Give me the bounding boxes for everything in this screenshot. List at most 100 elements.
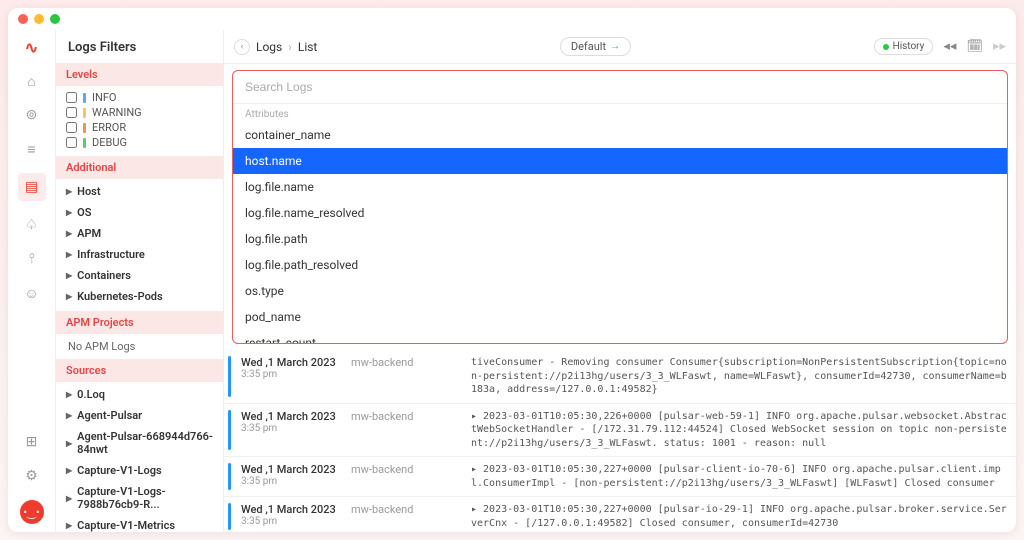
logs-icon[interactable]: ▤	[18, 173, 46, 201]
additional-item[interactable]: ▶OS	[64, 202, 215, 223]
avatar[interactable]: •‿•	[20, 500, 44, 524]
level-debug[interactable]: DEBUG	[66, 135, 213, 150]
brand-logo: ∿	[25, 38, 38, 57]
bot-icon[interactable]: ☺	[22, 283, 42, 303]
home-icon[interactable]: ⌂	[22, 71, 42, 91]
history-label: History	[893, 41, 925, 52]
bell-icon[interactable]: ♤	[22, 215, 42, 235]
tree-label: Capture-V1-Logs-7988b76cb9-R...	[77, 485, 213, 511]
apps-icon[interactable]: ⊞	[22, 432, 42, 452]
search-panel: Attributes container_namehost.namelog.fi…	[232, 70, 1008, 344]
log-row[interactable]: Wed ,1 March 20233:35 pmmw-backend▸ 2023…	[224, 456, 1016, 496]
app-window: ∿ ⌂ ⊚ ≡ ▤ ♤ ⫯ ☺ ⊞ ⚙ •‿• Logs Filters Lev…	[8, 8, 1016, 532]
window-minimize[interactable]	[34, 14, 44, 24]
tree-label: Agent-Pulsar-668944d766-84nwt	[77, 430, 213, 456]
tree-label: Capture-V1-Logs	[77, 464, 161, 477]
topbar: ‹ Logs › List Default → History ◂◂ 🗓 ▸▸	[224, 30, 1016, 64]
tree-label: 0.Loq	[77, 388, 105, 401]
tree-label: Containers	[77, 269, 131, 282]
apm-head: APM Projects	[56, 311, 223, 334]
additional-item[interactable]: ▶Containers	[64, 265, 215, 286]
level-bar-icon	[228, 463, 231, 490]
level-warning[interactable]: WARNING	[66, 105, 213, 120]
bc-list[interactable]: List	[298, 40, 318, 54]
list-icon[interactable]: ≡	[22, 139, 42, 159]
gear-icon[interactable]: ⚙	[22, 466, 42, 486]
additional-head: Additional	[56, 156, 223, 179]
source-item[interactable]: ▶0.Loq	[64, 384, 215, 405]
filters-title: Logs Filters	[56, 30, 223, 63]
attribute-option[interactable]: log.file.name_resolved	[233, 200, 1007, 226]
additional-item[interactable]: ▶Kubernetes-Pods	[64, 286, 215, 307]
caret-icon: ▶	[66, 292, 72, 301]
level-label: WARNING	[92, 106, 142, 119]
caret-icon: ▶	[66, 411, 72, 420]
source-item[interactable]: ▶ Capture-V1-Metrics	[64, 515, 215, 532]
source-item[interactable]: ▶Agent-Pulsar-668944d766-84nwt	[64, 426, 215, 460]
default-label: Default	[571, 40, 606, 53]
filters-panel: Logs Filters Levels INFOWARNINGERRORDEBU…	[56, 30, 224, 532]
chart-icon[interactable]: ⫯	[22, 249, 42, 269]
additional-item[interactable]: ▶Host	[64, 181, 215, 202]
caret-icon: ▶	[66, 466, 72, 475]
additional-item[interactable]: ▶APM	[64, 223, 215, 244]
log-time: Wed ,1 March 20233:35 pm	[241, 463, 341, 490]
forward-icon[interactable]: ▸▸	[993, 39, 1006, 54]
source-item[interactable]: ▶ Capture-V1-Logs	[64, 460, 215, 481]
level-bar-icon	[83, 108, 86, 118]
log-row[interactable]: Wed ,1 March 20233:35 pmmw-backendtiveCo…	[224, 350, 1016, 403]
bc-sep: ›	[288, 40, 292, 54]
level-label: DEBUG	[92, 136, 127, 149]
log-row[interactable]: Wed ,1 March 20233:35 pmmw-backend▸ 2023…	[224, 496, 1016, 532]
level-info[interactable]: INFO	[66, 90, 213, 105]
source-item[interactable]: ▶Capture-V1-Logs-7988b76cb9-R...	[64, 481, 215, 515]
log-message: tiveConsumer - Removing consumer Consume…	[471, 356, 1008, 397]
additional-item[interactable]: ▶Infrastructure	[64, 244, 215, 265]
window-close[interactable]	[18, 14, 28, 24]
attribute-option[interactable]: log.file.path_resolved	[233, 252, 1007, 278]
attribute-option[interactable]: container_name	[233, 122, 1007, 148]
caret-icon: ▶	[66, 250, 72, 259]
log-row[interactable]: Wed ,1 March 20233:35 pmmw-backend▸ 2023…	[224, 403, 1016, 457]
history-tag[interactable]: History	[874, 38, 934, 55]
level-checkbox[interactable]	[66, 107, 77, 118]
log-message: ▸ 2023-03-01T10:05:30,226+0000 [pulsar-w…	[471, 410, 1008, 451]
attribute-option[interactable]: restart_count	[233, 330, 1007, 343]
log-source: mw-backend	[351, 503, 461, 530]
source-item[interactable]: ▶ Agent-Pulsar	[64, 405, 215, 426]
caret-icon: ▶	[66, 521, 72, 530]
rewind-icon[interactable]: ◂◂	[943, 39, 956, 54]
tree-label: OS	[77, 206, 91, 219]
level-label: INFO	[92, 91, 117, 104]
calendar-icon[interactable]: 🗓	[966, 39, 983, 54]
level-checkbox[interactable]	[66, 122, 77, 133]
window-zoom[interactable]	[50, 14, 60, 24]
search-input[interactable]	[233, 71, 1007, 103]
attribute-option[interactable]: host.name	[233, 148, 1007, 174]
level-bar-icon	[228, 410, 231, 451]
tree-label: Capture-V1-Metrics	[77, 519, 175, 532]
level-label: ERROR	[92, 121, 126, 134]
tree-label: APM	[77, 227, 101, 240]
sources-tree: ▶0.Loq▶Agent-Pulsar▶Agent-Pulsar-668944d…	[56, 382, 223, 532]
level-bar-icon	[228, 503, 231, 530]
apm-empty: No APM Logs	[56, 334, 223, 359]
back-button[interactable]: ‹	[234, 39, 250, 55]
cluster-icon[interactable]: ⊚	[22, 105, 42, 125]
titlebar	[8, 8, 1016, 30]
log-time: Wed ,1 March 20233:35 pm	[241, 356, 341, 397]
attribute-option[interactable]: log.file.path	[233, 226, 1007, 252]
attribute-option[interactable]: pod_name	[233, 304, 1007, 330]
breadcrumb: ‹ Logs › List	[234, 39, 317, 55]
level-checkbox[interactable]	[66, 92, 77, 103]
bc-logs[interactable]: Logs	[256, 40, 282, 54]
main-area: ∿ ⌂ ⊚ ≡ ▤ ♤ ⫯ ☺ ⊞ ⚙ •‿• Logs Filters Lev…	[8, 30, 1016, 532]
level-error[interactable]: ERROR	[66, 120, 213, 135]
arrow-right-icon: →	[610, 41, 620, 52]
attribute-option[interactable]: os.type	[233, 278, 1007, 304]
tree-label: Agent-Pulsar	[77, 409, 142, 422]
levels-list: INFO WARNING ERROR DEBUG	[56, 86, 223, 156]
level-checkbox[interactable]	[66, 137, 77, 148]
attribute-option[interactable]: log.file.name	[233, 174, 1007, 200]
default-tag[interactable]: Default →	[560, 37, 631, 56]
